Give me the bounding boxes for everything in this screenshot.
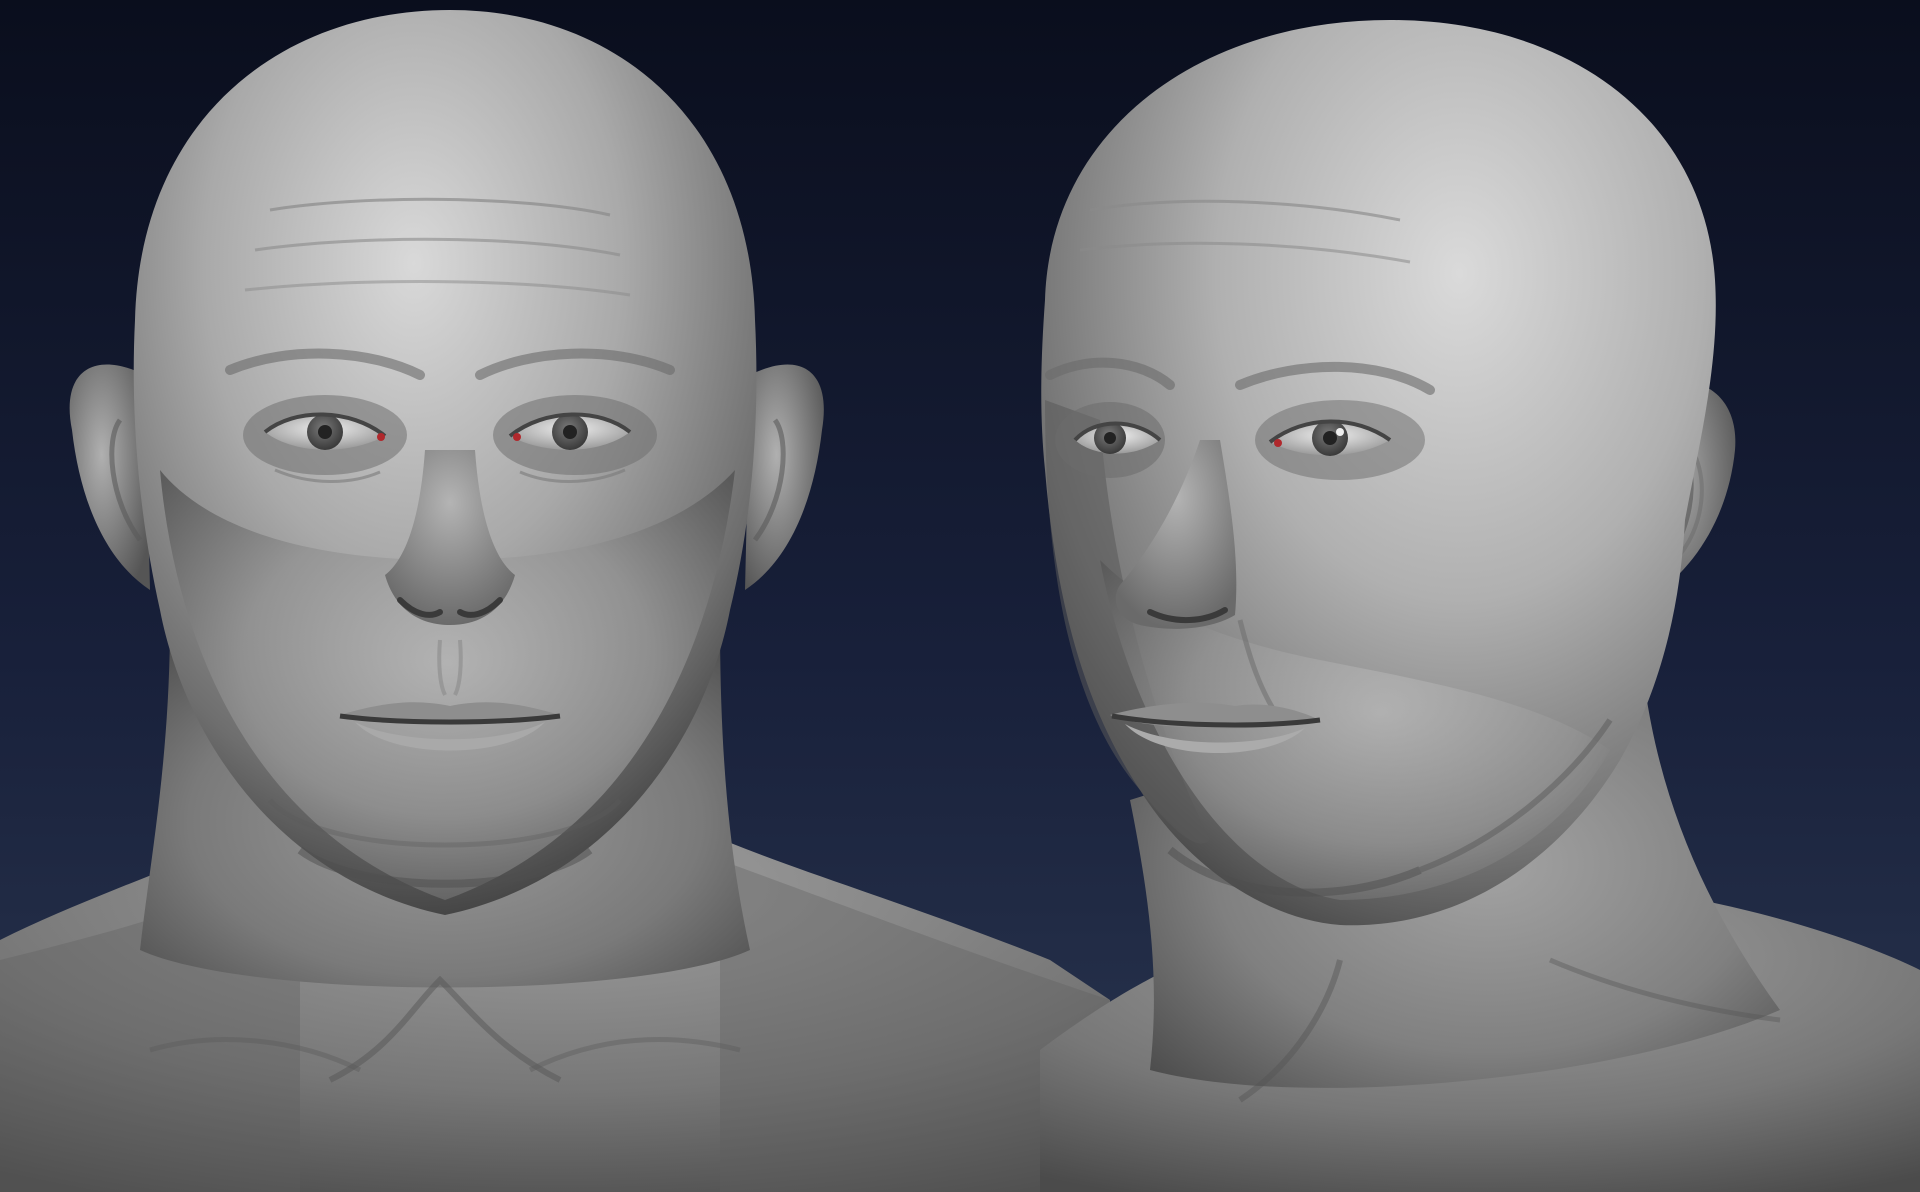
sculpt-render-canvas	[0, 0, 1920, 1192]
render-viewport	[0, 0, 1920, 1192]
